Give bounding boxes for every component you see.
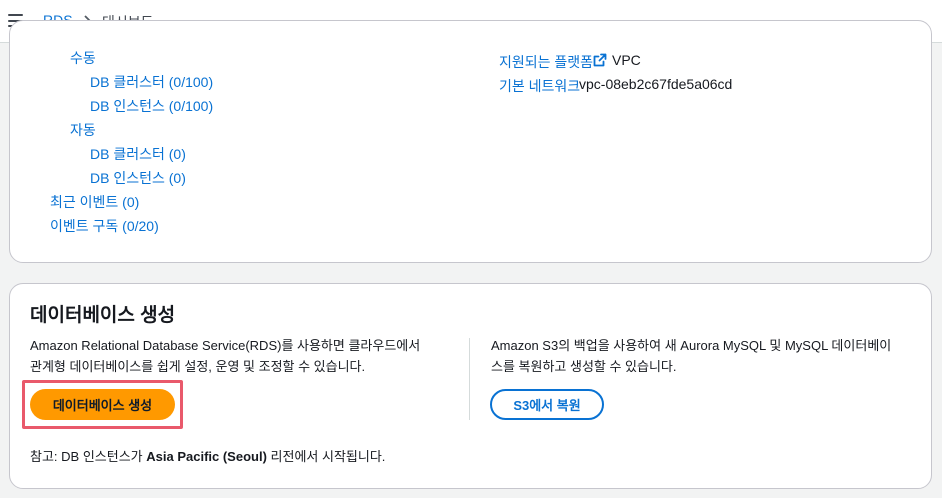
default-network-value: vpc-08eb2c67fde5a06cd [579, 76, 733, 92]
supported-platforms-link[interactable]: 지원되는 플랫폼 [499, 52, 593, 72]
create-database-desc-line2: 관계형 데이터베이스를 쉽게 설정, 운영 및 조정할 수 있습니다. [30, 359, 366, 374]
auto-db-clusters-link[interactable]: DB 클러스터 (0) [90, 144, 186, 164]
restore-s3-description: Amazon S3의 백업을 사용하여 새 Aurora MySQL 및 MyS… [491, 335, 891, 377]
create-database-desc-line1: Amazon Relational Database Service(RDS)를… [30, 338, 421, 353]
create-database-description: Amazon Relational Database Service(RDS)를… [30, 335, 420, 377]
region-note: 참고: DB 인스턴스가 Asia Pacific (Seoul) 리전에서 시… [30, 446, 385, 465]
auto-backups-link[interactable]: 자동 [70, 120, 96, 140]
region-name: Asia Pacific (Seoul) [146, 449, 267, 464]
external-link-icon[interactable] [593, 53, 607, 67]
column-divider [469, 338, 470, 420]
create-database-title: 데이터베이스 생성 [30, 305, 176, 326]
event-subscriptions-link[interactable]: 이벤트 구독 (0/20) [50, 216, 159, 236]
restore-s3-desc-line1: Amazon S3의 백업을 사용하여 새 Aurora MySQL 및 MyS… [491, 338, 892, 353]
region-note-prefix: 참고: DB 인스턴스가 [30, 449, 143, 464]
restore-s3-desc-line2: 스를 복원하고 생성할 수 있습니다. [491, 359, 677, 374]
recent-events-link[interactable]: 최근 이벤트 (0) [50, 192, 139, 212]
supported-platforms-value: VPC [612, 52, 641, 68]
manual-backups-link[interactable]: 수동 [70, 48, 96, 68]
manual-db-clusters-link[interactable]: DB 클러스터 (0/100) [90, 72, 213, 92]
region-note-suffix: 리전에서 시작됩니다. [270, 449, 386, 464]
restore-from-s3-button[interactable]: S3에서 복원 [490, 389, 604, 420]
manual-db-instances-link[interactable]: DB 인스턴스 (0/100) [90, 96, 213, 116]
default-network-link[interactable]: 기본 네트워크 [499, 76, 580, 96]
auto-db-instances-link[interactable]: DB 인스턴스 (0) [90, 168, 186, 188]
create-database-button[interactable]: 데이터베이스 생성 [30, 389, 175, 420]
